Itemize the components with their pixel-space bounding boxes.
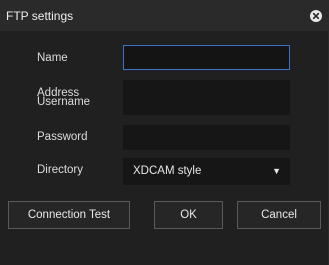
ftp-settings-dialog: FTP settings Name Address Username Passw…: [0, 0, 329, 265]
directory-select[interactable]: XDCAM style ▼: [123, 158, 290, 185]
username-label: Username: [37, 96, 91, 108]
title-bar[interactable]: FTP settings: [0, 0, 328, 31]
password-field[interactable]: [123, 125, 290, 150]
dialog-title: FTP settings: [6, 9, 74, 23]
password-label: Password: [37, 131, 88, 143]
cancel-button[interactable]: Cancel: [237, 201, 321, 229]
name-field[interactable]: [123, 45, 290, 70]
username-field[interactable]: [123, 90, 290, 115]
ok-button[interactable]: OK: [154, 201, 223, 229]
close-icon[interactable]: [310, 10, 322, 22]
directory-label: Directory: [37, 164, 84, 176]
triangle-down-icon: ▼: [272, 166, 281, 176]
directory-select-value: XDCAM style: [133, 165, 202, 177]
name-label: Name: [37, 52, 68, 64]
connection-test-button[interactable]: Connection Test: [8, 201, 130, 229]
